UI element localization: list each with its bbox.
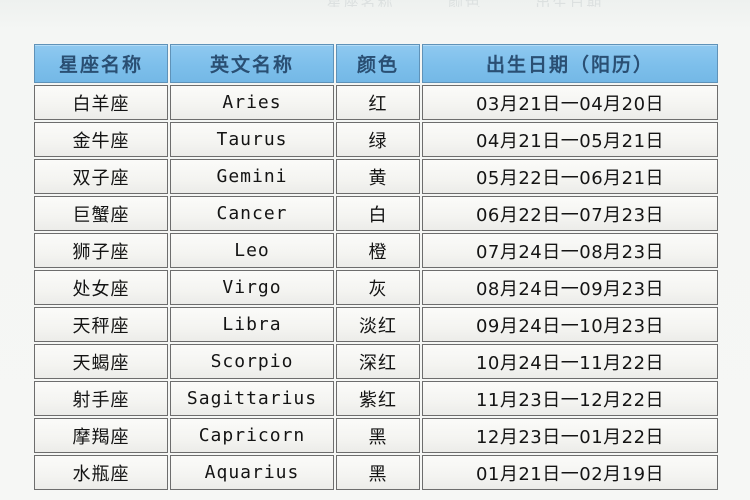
cell-zodiac-name: 天蝎座 [34,344,168,379]
cell-zodiac-name: 天秤座 [34,307,168,342]
table-row: 摩羯座 Capricorn 黑 12月23日一01月22日 [34,418,718,453]
table-row: 双子座 Gemini 黄 05月22日一06月21日 [34,159,718,194]
cell-english-name: Gemini [170,159,334,194]
cell-zodiac-name: 白羊座 [34,85,168,120]
column-header-english-name: 英文名称 [170,44,334,83]
cell-english-name: Sagittarius [170,381,334,416]
cell-birth-date: 01月21日一02月19日 [422,455,718,490]
cell-zodiac-name: 处女座 [34,270,168,305]
table-row: 白羊座 Aries 红 03月21日一04月20日 [34,85,718,120]
cell-color: 紫红 [336,381,420,416]
sliver-fragment-3: 出生日期 [535,0,603,7]
cell-birth-date: 11月23日一12月22日 [422,381,718,416]
cell-zodiac-name: 狮子座 [34,233,168,268]
cell-color: 黄 [336,159,420,194]
cell-color: 绿 [336,122,420,157]
table-row: 巨蟹座 Cancer 白 06月22日一07月23日 [34,196,718,231]
cell-birth-date: 09月24日一10月23日 [422,307,718,342]
cell-birth-date: 08月24日一09月23日 [422,270,718,305]
cell-zodiac-name: 双子座 [34,159,168,194]
cell-english-name: Taurus [170,122,334,157]
cell-english-name: Aries [170,85,334,120]
cell-english-name: Leo [170,233,334,268]
cell-birth-date: 07月24日一08月23日 [422,233,718,268]
table-row: 狮子座 Leo 橙 07月24日一08月23日 [34,233,718,268]
table-row: 天秤座 Libra 淡红 09月24日一10月23日 [34,307,718,342]
table-row: 水瓶座 Aquarius 黑 01月21日一02月19日 [34,455,718,490]
cell-color: 白 [336,196,420,231]
cell-color: 淡红 [336,307,420,342]
cell-zodiac-name: 金牛座 [34,122,168,157]
page-root: 星座名称 颜色 出生日期 星座名称 英文名称 颜色 出生日期（阳历） 白羊座Ar… [0,0,750,500]
zodiac-table: 星座名称 英文名称 颜色 出生日期（阳历） 白羊座 Aries 红 03月21日一04… [32,42,720,492]
cell-birth-date: 10月24日一11月22日 [422,344,718,379]
cell-zodiac-name: 水瓶座 [34,455,168,490]
cell-zodiac-name: 巨蟹座 [34,196,168,231]
cell-english-name: Scorpio [170,344,334,379]
cell-english-name: Libra [170,307,334,342]
cell-color: 深红 [336,344,420,379]
table-row: 金牛座 Taurus 绿 04月21日一05月21日 [34,122,718,157]
cell-color: 黑 [336,418,420,453]
sliver-fragment-2: 颜色 [448,0,482,7]
table-header-row: 星座名称 英文名称 颜色 出生日期（阳历） [34,44,718,83]
cell-birth-date: 12月23日一01月22日 [422,418,718,453]
cell-english-name: Virgo [170,270,334,305]
cell-birth-date: 03月21日一04月20日 [422,85,718,120]
cell-zodiac-name: 摩羯座 [34,418,168,453]
cell-english-name: Aquarius [170,455,334,490]
cell-color: 黑 [336,455,420,490]
column-header-zodiac-name: 星座名称 [34,44,168,83]
cell-zodiac-name: 射手座 [34,381,168,416]
cell-english-name: Cancer [170,196,334,231]
cell-birth-date: 05月22日一06月21日 [422,159,718,194]
table-row: 天蝎座 Scorpio 深红 10月24日一11月22日 [34,344,718,379]
cell-english-name: Capricorn [170,418,334,453]
zodiac-table-container: 星座名称 英文名称 颜色 出生日期（阳历） 白羊座 Aries 红 03月21日一04… [32,42,718,492]
table-row: 处女座 Virgo 灰 08月24日一09月23日 [34,270,718,305]
column-header-color: 颜色 [336,44,420,83]
cell-color: 灰 [336,270,420,305]
cell-color: 橙 [336,233,420,268]
table-row: 射手座 Sagittarius 紫红 11月23日一12月22日 [34,381,718,416]
cell-color: 红 [336,85,420,120]
cell-birth-date: 04月21日一05月21日 [422,122,718,157]
table-header: 星座名称 英文名称 颜色 出生日期（阳历） [34,44,718,83]
sliver-fragment-1: 星座名称 [327,0,395,7]
table-body: 白羊座 Aries 红 03月21日一04月20日 金牛座 Taurus 绿 04月21日一0… [34,85,718,490]
column-header-birth-date: 出生日期（阳历） [422,44,718,83]
clipped-top-row-sliver: 星座名称 颜色 出生日期 [300,0,630,7]
cell-birth-date: 06月22日一07月23日 [422,196,718,231]
